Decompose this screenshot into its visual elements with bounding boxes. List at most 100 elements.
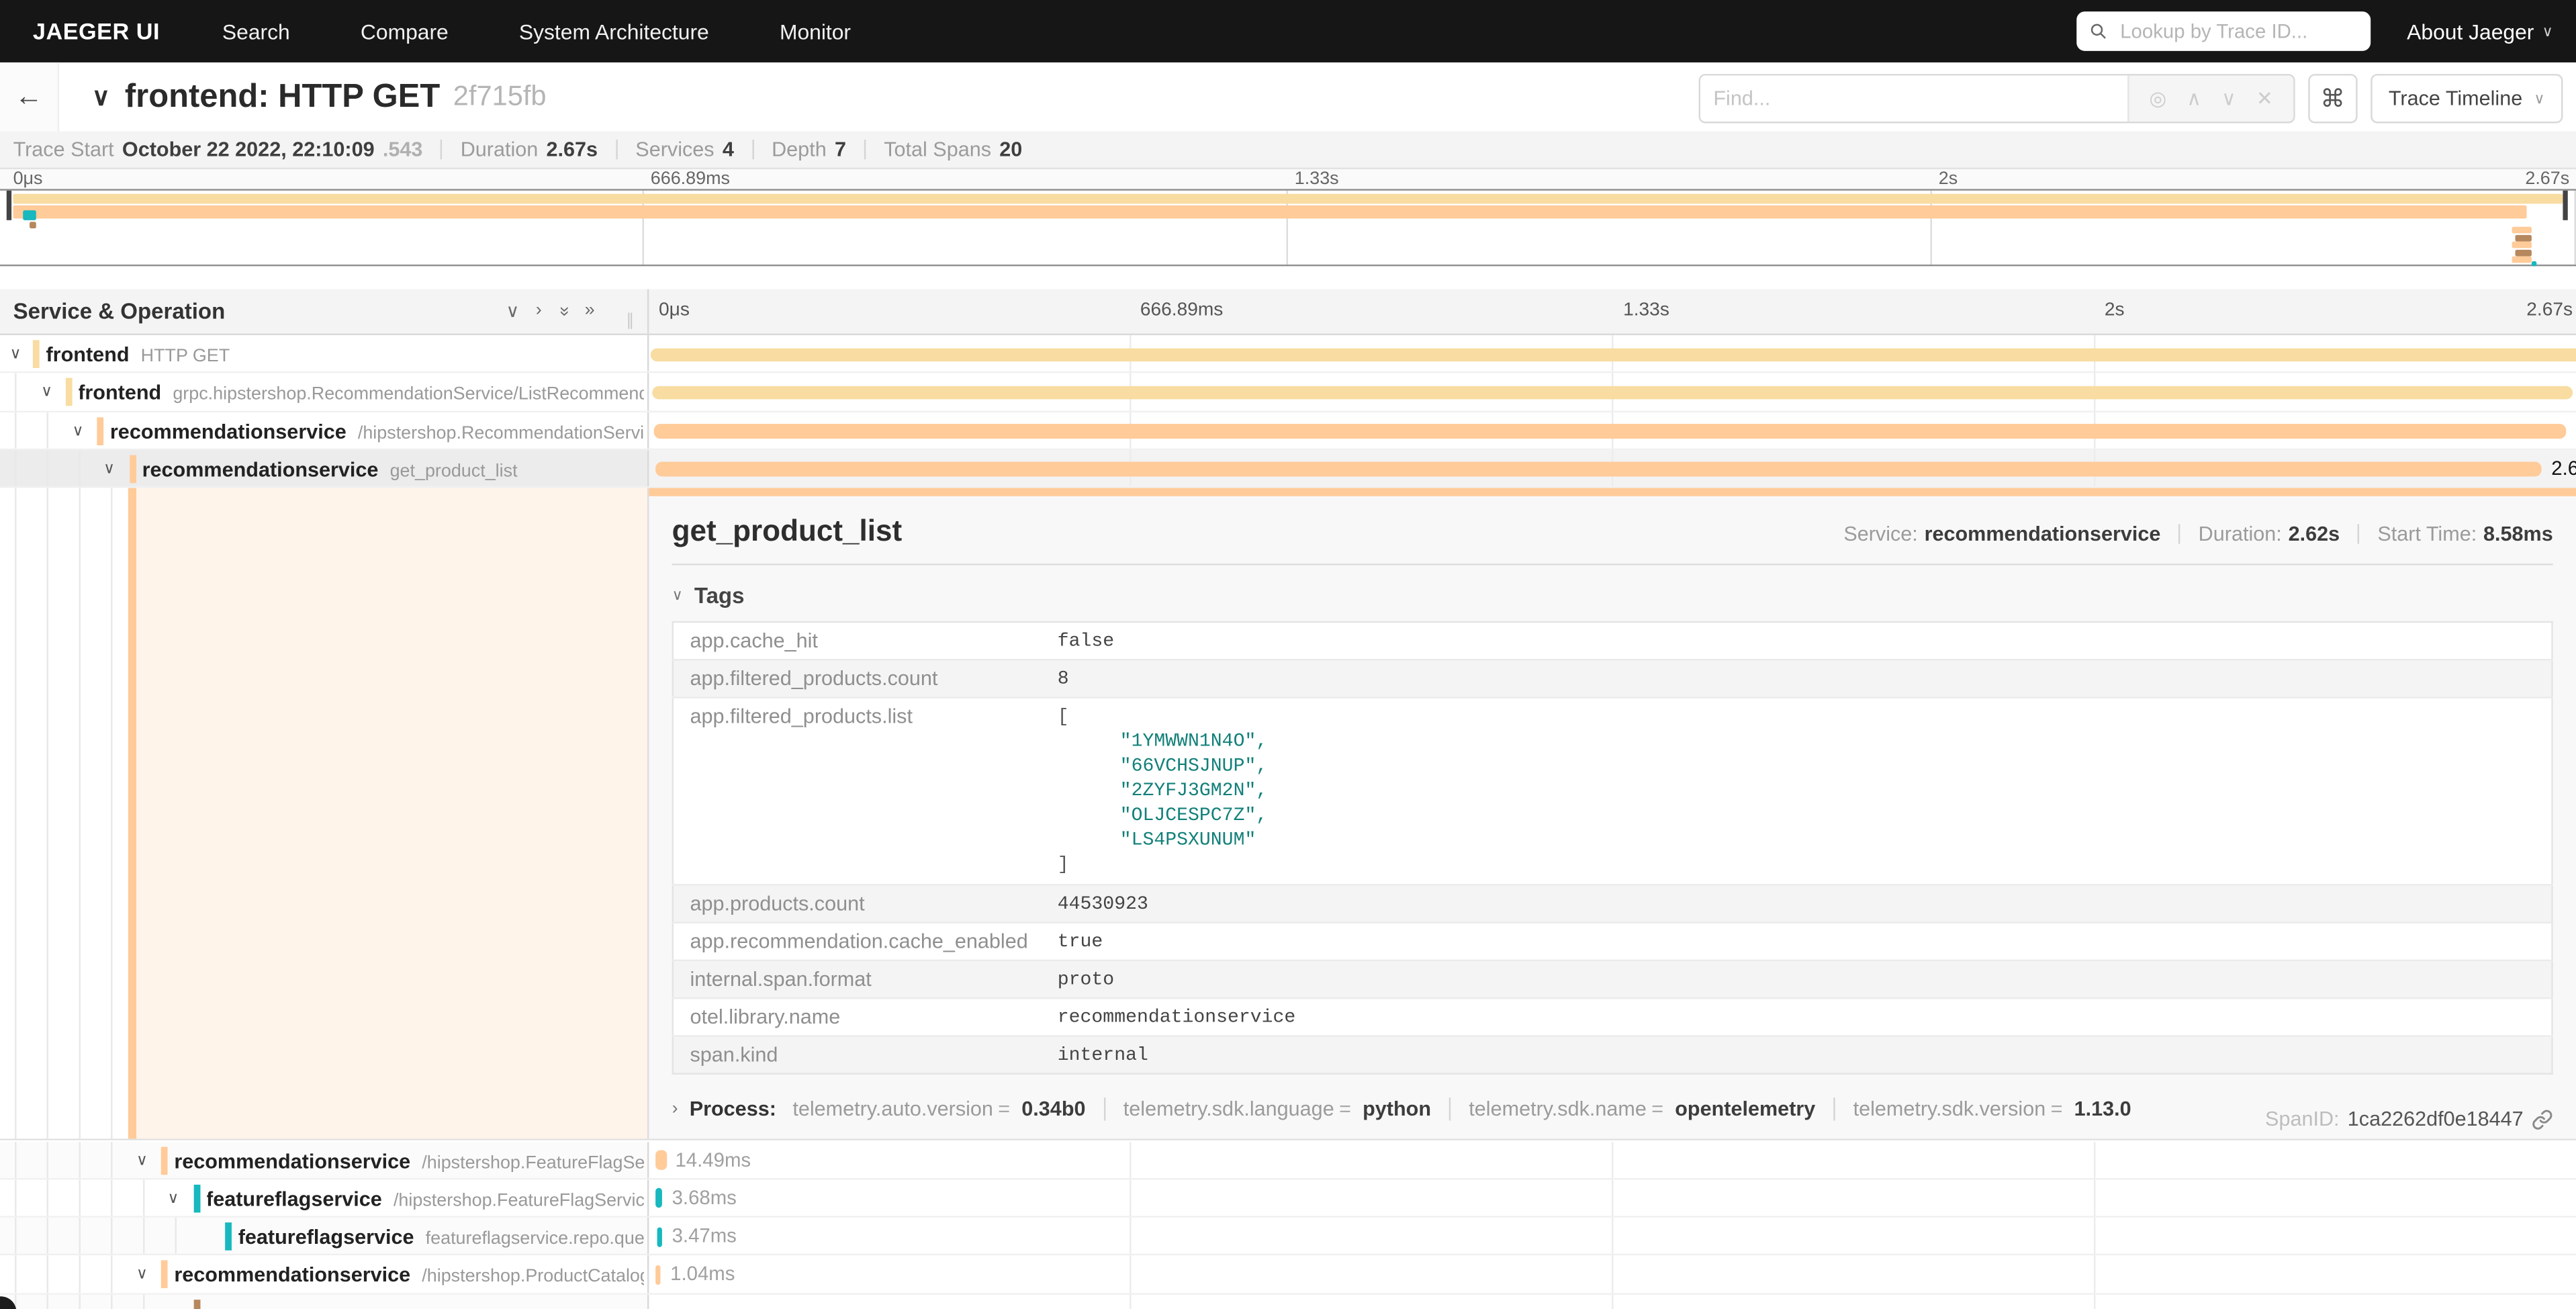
list-item: "2ZYFJ3GM2N", xyxy=(1058,779,2538,804)
tag-key: app.cache_hit xyxy=(673,622,1044,660)
find-prev-icon[interactable]: ∧ xyxy=(2187,87,2201,110)
nav-item-compare[interactable]: Compare xyxy=(361,19,449,44)
trace-summary-bar: Trace Start October 22 2022, 22:10:09.54… xyxy=(0,132,2576,169)
span-duration-label: 3.68ms xyxy=(672,1179,737,1216)
service-label: Service: xyxy=(1843,523,1917,545)
command-icon: ⌘ xyxy=(2320,84,2345,114)
find-box: ◎ ∧ ∨ ✕ xyxy=(1698,74,2295,123)
find-next-icon[interactable]: ∨ xyxy=(2221,87,2236,110)
span-bar[interactable] xyxy=(655,1150,666,1170)
span-duration-label: 1.04ms xyxy=(670,1256,735,1293)
trace-minimap[interactable] xyxy=(0,189,2576,266)
span-row-recommendation-list[interactable]: ∨ recommendationservice/hipstershop.Reco… xyxy=(0,412,2576,450)
nav-item-search[interactable]: Search xyxy=(222,19,290,44)
timeline-tick: 2s xyxy=(2105,301,2125,320)
timeline-tick-labels: 0μs 666.89ms 1.33s 2s 2.67s xyxy=(647,289,2576,334)
span-bar[interactable] xyxy=(655,462,2542,476)
row-collapse-icon[interactable]: ∨ xyxy=(10,335,21,372)
view-selector-dropdown[interactable]: Trace Timeline ∨ xyxy=(2371,74,2563,123)
find-addon: ◎ ∧ ∨ ✕ xyxy=(2127,76,2293,122)
tags-section-toggle[interactable]: ∨ Tags xyxy=(672,584,2553,608)
trace-id-lookup[interactable] xyxy=(2076,11,2371,51)
timeline-tick: 2.67s xyxy=(2526,301,2573,320)
keyboard-shortcuts-button[interactable]: ⌘ xyxy=(2308,74,2357,123)
span-row-partial[interactable] xyxy=(0,1294,2576,1309)
minimap-right-scrubber[interactable] xyxy=(2563,191,2567,220)
row-collapse-icon[interactable]: ∨ xyxy=(41,373,52,410)
span-bar[interactable] xyxy=(651,347,2576,361)
detail-operation-title: get_product_list xyxy=(672,514,903,549)
trace-id-lookup-input[interactable] xyxy=(2117,18,2357,44)
span-bar-cell[interactable]: 1.04ms xyxy=(647,1256,2576,1293)
list-item: "OLJCESPC7Z", xyxy=(1058,804,2538,829)
start-time-value: 8.58ms xyxy=(2483,523,2553,545)
total-spans-value: 20 xyxy=(999,138,1022,161)
brand[interactable]: JAEGER UI xyxy=(33,18,160,44)
minimap-span xyxy=(2515,234,2531,241)
back-button[interactable]: ← xyxy=(0,62,59,132)
span-bar-cell[interactable] xyxy=(647,373,2576,410)
span-bar-cell[interactable] xyxy=(647,1294,2576,1309)
span-bar[interactable] xyxy=(652,386,2573,400)
expand-one-icon[interactable]: › xyxy=(536,301,542,322)
depth-value: 7 xyxy=(835,138,846,161)
service-color-bar xyxy=(33,340,40,368)
nav-item-system-architecture[interactable]: System Architecture xyxy=(519,19,709,44)
span-row-recommendation-featureflag[interactable]: ∨ recommendationservice/hipstershop.Feat… xyxy=(0,1141,2576,1179)
deep-link-icon[interactable] xyxy=(2532,1109,2553,1130)
chevron-down-icon: ∨ xyxy=(2542,22,2553,40)
minimap-span xyxy=(2512,242,2532,249)
row-collapse-icon[interactable]: ∨ xyxy=(73,412,84,449)
span-service: frontend xyxy=(78,381,161,404)
row-collapse-icon[interactable]: ∨ xyxy=(136,1256,148,1293)
minimap-tick: 1.33s xyxy=(1295,169,1339,189)
span-bar-cell[interactable] xyxy=(647,412,2576,449)
service-color-bar xyxy=(193,1299,199,1308)
span-bar-cell[interactable]: 2.62s xyxy=(647,450,2576,487)
nav-item-monitor[interactable]: Monitor xyxy=(780,19,851,44)
span-bar-cell[interactable]: 3.68ms xyxy=(647,1179,2576,1216)
span-duration-label: 3.47ms xyxy=(672,1218,737,1255)
tag-row: app.recommendation.cache_enabled true xyxy=(673,923,2552,960)
minimap-left-scrubber[interactable] xyxy=(7,191,11,220)
span-row-get-product-list-selected[interactable]: ∨ recommendationserviceget_product_list … xyxy=(0,450,2576,488)
find-input[interactable] xyxy=(1700,76,2127,122)
span-bar-cell[interactable]: 14.49ms xyxy=(647,1141,2576,1178)
row-collapse-icon[interactable]: ∨ xyxy=(168,1179,179,1216)
find-clear-icon[interactable]: ✕ xyxy=(2256,87,2273,110)
row-collapse-icon[interactable]: ∨ xyxy=(136,1141,148,1178)
about-jaeger-menu[interactable]: About Jaeger ∨ xyxy=(2407,19,2553,44)
span-row-featureflag-ge[interactable]: ∨ featureflagservice/hipstershop.Feature… xyxy=(0,1179,2576,1218)
span-bar-cell[interactable] xyxy=(647,335,2576,372)
span-row-frontend-httpget[interactable]: ∨ frontendHTTP GET xyxy=(0,335,2576,373)
depth-label: Depth xyxy=(772,138,827,161)
span-operation: grpc.hipstershop.RecommendationService/L… xyxy=(173,385,644,404)
tag-key: app.products.count xyxy=(673,885,1044,923)
span-bar[interactable] xyxy=(655,1265,659,1284)
collapse-one-icon[interactable]: ∨ xyxy=(506,301,520,322)
divider xyxy=(672,564,2553,566)
trace-collapse-toggle[interactable]: ∨ xyxy=(92,82,110,111)
span-operation: /hipstershop.FeatureFlagService/Ge… xyxy=(394,1191,644,1210)
span-row-frontend-grpc[interactable]: ∨ frontend grpc.hipstershop.Recommendatio… xyxy=(0,373,2576,412)
trace-id-short: 2f715fb xyxy=(453,81,547,114)
span-row-featureflag-repo-query[interactable]: featureflagservicefeatureflagservice.rep… xyxy=(0,1218,2576,1256)
process-value: opentelemetry xyxy=(1675,1098,1815,1121)
span-bar-cell[interactable]: 3.47ms xyxy=(647,1218,2576,1255)
tag-value: false xyxy=(1044,622,2552,660)
span-rows: ∨ frontendHTTP GET ∨ frontend grpc.hipste… xyxy=(0,335,2576,488)
column-resizer[interactable]: ∥ xyxy=(626,312,634,330)
span-row-recommendation-productcatalog[interactable]: ∨ recommendationservice/hipstershop.Prod… xyxy=(0,1256,2576,1294)
row-collapse-icon[interactable]: ∨ xyxy=(103,450,115,487)
span-bar[interactable] xyxy=(654,424,2567,438)
expand-all-icon[interactable]: » xyxy=(585,301,595,322)
span-id: SpanID: 1ca2262df0e18447 xyxy=(2265,1108,2553,1131)
span-bar[interactable] xyxy=(656,1226,662,1246)
trace-start-value: October 22 2022, 22:10:09 xyxy=(122,138,375,161)
chevron-down-icon: ∨ xyxy=(2534,89,2544,107)
divider xyxy=(441,140,442,159)
minimap-span-productcatalog xyxy=(30,222,36,228)
span-bar[interactable] xyxy=(655,1188,661,1208)
collapse-all-icon[interactable]: » xyxy=(553,306,574,316)
find-match-icon[interactable]: ◎ xyxy=(2150,87,2167,110)
